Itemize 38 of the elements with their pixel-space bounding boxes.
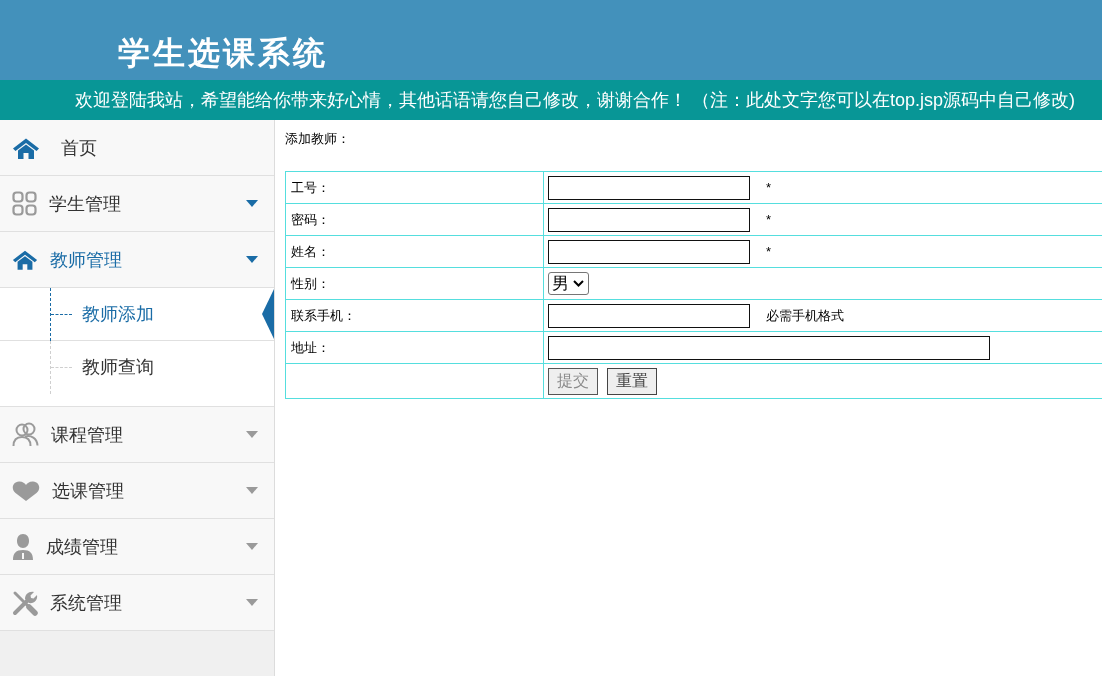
submenu-item[interactable]: 教师查询 — [0, 341, 274, 393]
notice-text: 欢迎登陆我站，希望能给你带来好心情，其他话语请您自己修改，谢谢合作！ （注：此处文字您可以在top.jsp源码中自己修改) — [75, 90, 1076, 110]
tools-icon — [12, 589, 38, 616]
form-button[interactable]: 重置 — [607, 367, 657, 395]
submenu-item[interactable]: 教师添加 — [0, 288, 274, 341]
pointer-icon — [262, 289, 274, 339]
sidebar-item[interactable]: 系统管理 — [0, 575, 274, 631]
house-icon — [12, 249, 38, 270]
field-label: 密码： — [285, 203, 544, 236]
field-label: 工号： — [285, 171, 544, 204]
chevron-icon — [573, 280, 584, 287]
app-title: 学生选课系统 — [118, 34, 328, 73]
input-field[interactable] — [548, 335, 990, 360]
house-icon — [12, 136, 40, 159]
person-icon — [12, 533, 34, 560]
sidebar-item[interactable]: 学生管理 — [0, 176, 274, 232]
sidebar-item[interactable]: 教师管理 — [0, 232, 274, 288]
field-note: * — [766, 212, 772, 227]
heart-icon — [12, 480, 40, 501]
sidebar-item[interactable]: 选课管理 — [0, 463, 274, 519]
select-field[interactable]: 男 — [548, 272, 589, 295]
field-note: * — [766, 180, 772, 195]
input-field[interactable] — [548, 175, 750, 200]
field-note: 必需手机格式 — [766, 306, 844, 325]
sidebar-item[interactable]: 成绩管理 — [0, 519, 274, 575]
field-label: 姓名： — [285, 235, 544, 268]
field-note: * — [766, 244, 772, 259]
input-field[interactable] — [548, 207, 750, 232]
sidebar-item[interactable]: 首页 — [0, 120, 274, 176]
field-label: 地址： — [285, 331, 544, 364]
sidebar-item[interactable]: 课程管理 — [0, 407, 274, 463]
page-heading: 添加教师： — [285, 130, 350, 148]
users-icon — [12, 422, 39, 447]
grid-icon — [12, 191, 37, 216]
field-label: 联系手机： — [285, 299, 544, 332]
input-field[interactable] — [548, 239, 750, 264]
field-label: 性别： — [285, 267, 544, 300]
input-field[interactable] — [548, 303, 750, 328]
